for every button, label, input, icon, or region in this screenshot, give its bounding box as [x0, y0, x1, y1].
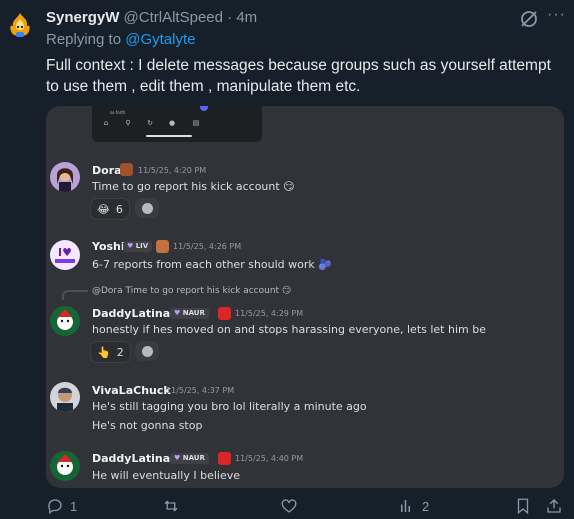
bookmark-button[interactable] — [514, 497, 532, 515]
message-username[interactable]: DaddyLatina — [92, 307, 170, 320]
search-icon: ⚲ — [125, 119, 131, 127]
add-reaction-icon[interactable] — [135, 341, 159, 361]
daddylatina-avatar-image — [50, 306, 80, 336]
message-timestamp: 11/5/25, 4:20 PM — [138, 166, 207, 175]
post-time[interactable]: 4m — [236, 9, 257, 26]
dora-avatar-image — [50, 162, 80, 192]
role-icon — [156, 240, 169, 253]
attached-image[interactable]: so forth ⌂ ⚲ ↻ ● ▤ Dora 11/5/25, 4:20 PM… — [46, 106, 564, 488]
server-tag-label: NAUR — [182, 309, 205, 317]
phone-nav-strip: so forth ⌂ ⚲ ↻ ● ▤ — [92, 106, 262, 142]
replying-to-mention[interactable]: @Gytalyte — [125, 31, 195, 48]
message-username[interactable]: Dora — [92, 164, 122, 177]
bell-icon: ● — [168, 119, 176, 127]
home-icon: ⌂ — [103, 119, 109, 127]
message-timestamp: 11/5/25, 4:26 PM — [173, 242, 242, 251]
reply-reference[interactable]: @Dora Time to go report his kick account… — [92, 286, 291, 296]
message-text: 6-7 reports from each other should work … — [92, 258, 332, 271]
inbox-icon: ▤ — [192, 119, 200, 127]
daddylatina-avatar-image — [50, 451, 80, 481]
role-icon — [218, 307, 231, 320]
refresh-icon: ↻ — [147, 119, 153, 127]
daddylatina-avatar[interactable] — [50, 306, 80, 336]
heart-icon — [281, 499, 297, 513]
display-name[interactable]: SynergyW — [46, 9, 119, 26]
reply-count: 1 — [70, 498, 78, 514]
yoshi-avatar-image: I♥ — [50, 240, 80, 270]
reply-icon — [48, 499, 62, 515]
like-button[interactable] — [280, 497, 304, 515]
message-text-followup: He's not gonna stop — [92, 419, 203, 432]
dora-avatar[interactable] — [50, 162, 80, 192]
grok-icon[interactable] — [518, 8, 540, 30]
share-icon — [547, 499, 561, 513]
replying-to: Replying to @Gytalyte — [46, 31, 195, 48]
message-username[interactable]: DaddyLatina — [92, 452, 170, 465]
svg-text:I♥: I♥ — [58, 246, 72, 259]
repost-icon — [164, 500, 178, 512]
message-text: Time to go report his kick account 😏 — [92, 180, 295, 193]
vivalachuck-avatar-image — [50, 382, 80, 412]
role-icon — [218, 452, 231, 465]
yoshi-avatar[interactable]: I♥ — [50, 240, 80, 270]
active-tab-indicator — [146, 135, 192, 137]
role-icon — [120, 163, 133, 176]
flame-sprite-icon — [10, 13, 30, 37]
vivalachuck-avatar[interactable] — [50, 382, 80, 412]
reaction-count: 6 — [115, 202, 123, 216]
bookmark-icon — [517, 498, 529, 515]
server-tag-label: LIV — [135, 242, 149, 250]
message-timestamp: 11/5/25, 4:37 PM — [166, 386, 235, 395]
phone-text: so forth — [110, 110, 126, 115]
tweet-header: SynergyW @CtrlAltSpeed · 4m — [46, 8, 257, 28]
views-icon — [401, 500, 410, 512]
reaction-emoji: 😂 — [97, 202, 110, 216]
message-username[interactable]: VivaLaChuck — [92, 384, 171, 397]
server-tag: ♥ LIV — [123, 241, 153, 252]
message-text: honestly if hes moved on and stops haras… — [92, 323, 486, 336]
reaction-point-up[interactable]: 👆 2 — [90, 341, 131, 363]
message-text: He's still tagging you bro lol literally… — [92, 400, 367, 413]
tweet-text: Full context : I delete messages because… — [46, 57, 551, 95]
user-handle[interactable]: @CtrlAltSpeed — [124, 9, 223, 26]
server-tag: ♥ NAUR — [170, 453, 209, 464]
message-text: He will eventually I believe — [92, 469, 241, 482]
reaction-count: 2 — [116, 345, 124, 359]
reply-connector — [62, 290, 88, 300]
message-username[interactable]: Yoshi — [92, 240, 125, 253]
repost-button[interactable] — [162, 497, 186, 515]
views-button[interactable]: 2 — [398, 497, 429, 515]
notification-dot — [200, 106, 208, 111]
server-tag: ♥ NAUR — [170, 308, 209, 319]
reaction-laugh[interactable]: 😂 6 — [90, 198, 130, 220]
reaction-emoji: 👆 — [97, 345, 111, 359]
replying-prefix: Replying to — [46, 31, 122, 48]
separator-dot: · — [227, 9, 233, 26]
daddylatina-avatar[interactable] — [50, 451, 80, 481]
message-timestamp: 11/5/25, 4:29 PM — [235, 309, 304, 318]
author-avatar[interactable] — [5, 10, 35, 40]
share-button[interactable] — [545, 497, 563, 515]
server-tag-label: NAUR — [182, 454, 205, 462]
reply-button[interactable]: 1 — [46, 497, 77, 515]
message-timestamp: 11/5/25, 4:40 PM — [235, 454, 304, 463]
action-bar: 1 2 — [0, 495, 574, 517]
views-count: 2 — [422, 498, 430, 514]
more-options-icon[interactable]: ··· — [547, 6, 569, 28]
add-reaction-icon[interactable] — [135, 198, 159, 218]
